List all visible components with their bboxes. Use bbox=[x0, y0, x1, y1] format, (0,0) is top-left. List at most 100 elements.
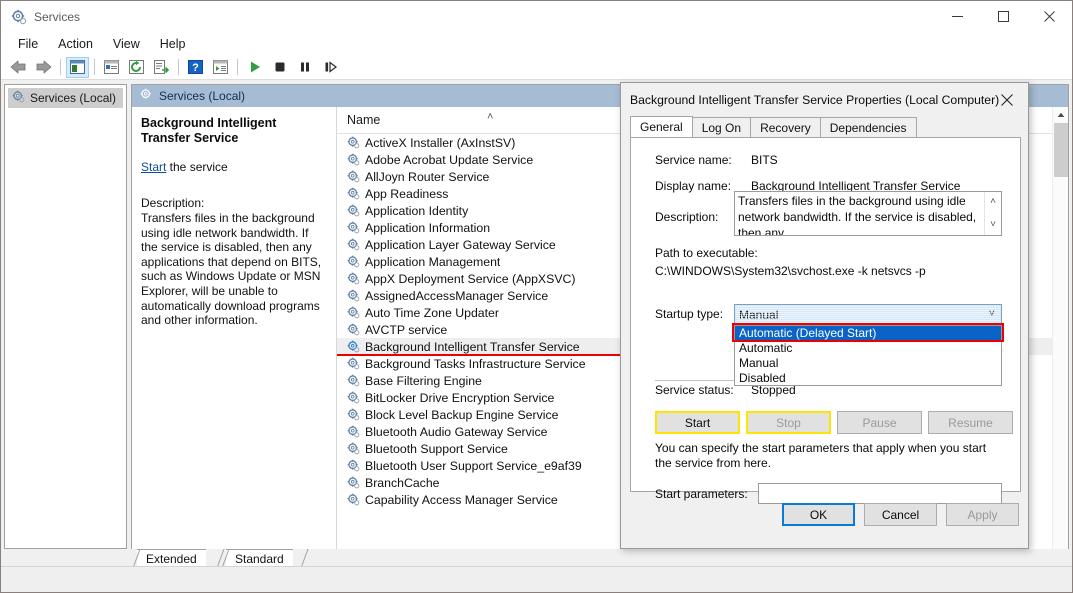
path-label-row: Path to executable: bbox=[655, 246, 758, 260]
service-name-cell: AssignedAccessManager Service bbox=[365, 288, 549, 303]
services-gear-icon bbox=[12, 90, 25, 106]
start-service-link-suffix: the service bbox=[166, 160, 228, 174]
window-controls bbox=[934, 1, 1072, 32]
back-icon[interactable] bbox=[7, 57, 30, 78]
stop-button[interactable]: Stop bbox=[746, 411, 831, 434]
menu-help[interactable]: Help bbox=[150, 34, 196, 54]
status-bar bbox=[1, 566, 1072, 592]
scroll-up-icon[interactable]: ˄ bbox=[990, 194, 996, 210]
description-textarea[interactable]: Transfers files in the background using … bbox=[734, 191, 1002, 236]
service-gear-icon bbox=[347, 408, 360, 421]
service-gear-icon bbox=[347, 272, 360, 285]
service-gear-icon bbox=[347, 476, 360, 489]
pause-service-icon[interactable] bbox=[293, 57, 316, 78]
dropdown-option-label: Disabled bbox=[739, 371, 786, 385]
apply-button: Apply bbox=[946, 503, 1019, 526]
start-parameters-input[interactable] bbox=[758, 483, 1002, 504]
service-gear-icon bbox=[347, 153, 360, 166]
pane-header-label: Services (Local) bbox=[159, 89, 246, 103]
show-hide-tree-icon[interactable] bbox=[66, 56, 89, 78]
scroll-down-icon[interactable]: ˅ bbox=[990, 217, 996, 233]
close-button[interactable] bbox=[1026, 1, 1072, 32]
toolbar-separator bbox=[60, 59, 61, 75]
scrollbar-thumb[interactable] bbox=[1054, 123, 1068, 177]
start-service-icon[interactable] bbox=[243, 57, 266, 78]
startup-type-dropdown-list[interactable]: Automatic (Delayed Start) Automatic Manu… bbox=[734, 325, 1002, 386]
detail-description-text: Transfers files in the background using … bbox=[141, 211, 322, 328]
tab-log-on[interactable]: Log On bbox=[691, 117, 752, 137]
dropdown-option-automatic[interactable]: Automatic bbox=[735, 341, 1001, 356]
service-name-cell: Bluetooth User Support Service_e9af39 bbox=[365, 458, 582, 473]
startup-type-combobox[interactable]: Manual ˅ bbox=[734, 304, 1002, 325]
tab-recovery[interactable]: Recovery bbox=[750, 117, 821, 137]
service-name-cell: BranchCache bbox=[365, 475, 440, 490]
ok-button[interactable]: OK bbox=[782, 503, 855, 526]
path-to-executable-value: C:\WINDOWS\System32\svchost.exe -k netsv… bbox=[655, 264, 926, 278]
dropdown-option-automatic-delayed-start[interactable]: Automatic (Delayed Start) bbox=[735, 326, 1001, 341]
start-button-label: Start bbox=[684, 415, 711, 430]
service-gear-icon bbox=[347, 391, 360, 404]
minimize-button[interactable] bbox=[934, 1, 980, 32]
service-name-cell: App Readiness bbox=[365, 186, 449, 201]
svg-text:?: ? bbox=[192, 62, 199, 74]
service-name-cell: Block Level Backup Engine Service bbox=[365, 407, 559, 422]
service-name-cell: Base Filtering Engine bbox=[365, 373, 482, 388]
column-header-name[interactable]: Name bbox=[337, 113, 380, 127]
tree-item-services-local[interactable]: Services (Local) bbox=[8, 88, 123, 108]
dialog-close-button[interactable] bbox=[990, 87, 1024, 113]
refresh-icon[interactable] bbox=[125, 57, 148, 78]
service-gear-icon bbox=[347, 493, 360, 506]
service-gear-icon bbox=[347, 187, 360, 200]
scroll-up-icon[interactable] bbox=[1053, 107, 1068, 123]
start-button[interactable]: Start bbox=[655, 411, 740, 434]
service-gear-icon bbox=[347, 221, 360, 234]
toolbar-separator bbox=[94, 59, 95, 75]
service-name-cell: AppX Deployment Service (AppXSVC) bbox=[365, 271, 576, 286]
menu-action[interactable]: Action bbox=[48, 34, 103, 54]
service-gear-icon bbox=[347, 136, 360, 149]
service-gear-icon bbox=[347, 340, 360, 353]
dropdown-option-manual[interactable]: Manual bbox=[735, 356, 1001, 371]
toolbar: ? bbox=[1, 55, 1072, 80]
properties-icon[interactable] bbox=[100, 57, 123, 78]
tab-general-label: General bbox=[640, 120, 683, 134]
service-name-cell: Auto Time Zone Updater bbox=[365, 305, 499, 320]
service-name-cell: Application Management bbox=[365, 254, 501, 269]
restart-service-icon[interactable] bbox=[318, 57, 341, 78]
cancel-button[interactable]: Cancel bbox=[864, 503, 937, 526]
tab-general[interactable]: General bbox=[630, 116, 693, 137]
detail-description-label: Description: bbox=[141, 196, 205, 210]
pause-button-label: Pause bbox=[862, 415, 897, 430]
show-action-pane-icon[interactable] bbox=[209, 57, 232, 78]
service-gear-icon bbox=[347, 255, 360, 268]
forward-icon[interactable] bbox=[32, 57, 55, 78]
service-name-cell: Adobe Acrobat Update Service bbox=[365, 152, 534, 167]
menu-bar: File Action View Help bbox=[1, 32, 1072, 55]
export-list-icon[interactable] bbox=[150, 57, 173, 78]
service-detail-pane: Background Intelligent Transfer Service … bbox=[132, 107, 337, 549]
maximize-button[interactable] bbox=[980, 1, 1026, 32]
startup-type-value: Manual bbox=[739, 307, 779, 322]
list-vertical-scrollbar[interactable] bbox=[1052, 107, 1068, 549]
window-title: Services bbox=[34, 9, 81, 24]
service-name-cell: Application Information bbox=[365, 220, 491, 235]
tab-recovery-label: Recovery bbox=[760, 120, 811, 135]
start-parameters-hint: You can specify the start parameters tha… bbox=[655, 441, 987, 470]
service-gear-icon bbox=[347, 357, 360, 370]
dialog-title-bar: Background Intelligent Transfer Service … bbox=[621, 83, 1028, 116]
services-window: Services File Action View Help ? Service… bbox=[0, 0, 1073, 593]
dropdown-option-disabled[interactable]: Disabled bbox=[735, 371, 1001, 386]
service-name-cell: Application Identity bbox=[365, 203, 469, 218]
service-gear-icon bbox=[347, 425, 360, 438]
start-service-link[interactable]: Start bbox=[141, 160, 166, 174]
description-text: Transfers files in the background using … bbox=[738, 194, 977, 236]
help-icon[interactable]: ? bbox=[184, 57, 207, 78]
description-scrollbar[interactable]: ˄ ˅ bbox=[984, 192, 1001, 235]
menu-view[interactable]: View bbox=[103, 34, 150, 54]
start-parameters-label: Start parameters: bbox=[655, 487, 748, 501]
service-name-cell: Capability Access Manager Service bbox=[365, 492, 558, 507]
cancel-button-label: Cancel bbox=[881, 507, 920, 522]
tab-dependencies[interactable]: Dependencies bbox=[819, 117, 917, 137]
stop-service-icon[interactable] bbox=[268, 57, 291, 78]
menu-file[interactable]: File bbox=[8, 34, 48, 54]
